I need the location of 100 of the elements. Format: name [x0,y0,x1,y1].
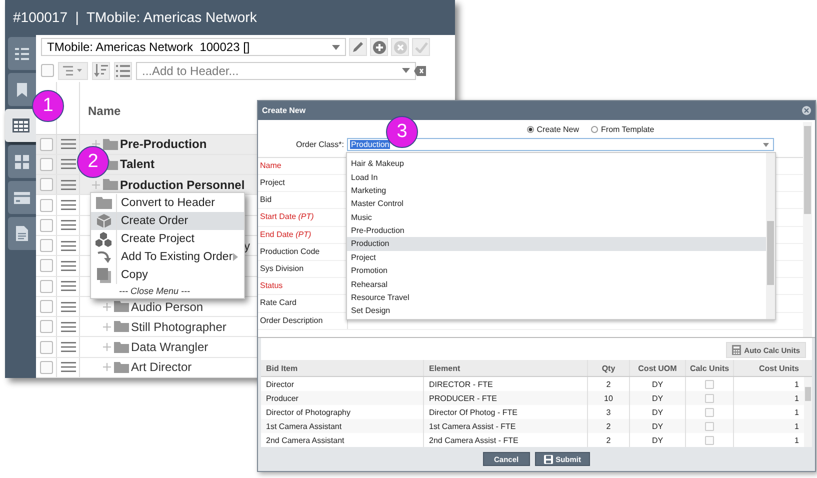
sidebar-tab[interactable] [8,217,36,250]
scrollbar[interactable] [803,122,812,338]
mode-radio[interactable]: From Template [591,124,654,136]
calc-units-checkbox[interactable] [705,408,714,417]
sidebar-tab[interactable] [5,109,36,142]
menu-icon[interactable] [60,240,76,251]
row-checkbox[interactable] [40,280,52,293]
sidebar-tab[interactable] [8,37,36,70]
clear-icon[interactable] [414,66,426,76]
folder-icon [114,321,129,332]
menu-icon[interactable] [60,180,76,190]
scrollbar[interactable] [766,152,775,319]
close-menu-item[interactable]: --- Close Menu --- [91,284,244,296]
menu-icon[interactable] [60,139,76,150]
calc-units-checkbox[interactable] [705,436,714,445]
cube-icon [96,214,110,228]
table-cell: 1st Camera Assistant [261,419,424,434]
dropdown-option[interactable]: Promotion [347,264,766,278]
row-checkbox[interactable] [40,138,52,151]
dropdown-option[interactable]: Rehearsal [347,277,766,291]
add-to-header-field[interactable]: ...Add to Header... [136,62,416,80]
dropdown-option[interactable]: Hair & Makeup [347,156,766,170]
dropdown-option[interactable]: Project [347,250,766,264]
column-header[interactable]: Bid Item [261,360,424,376]
submenu-arrow-icon [233,253,238,261]
field-label: Bid [260,195,272,204]
column-header[interactable]: Cost Units [734,360,804,376]
outline-icon [63,66,83,76]
column-header[interactable]: Element [424,360,588,376]
dropdown-option[interactable]: Production [347,237,766,251]
table-cell-text: 1 [794,392,800,405]
row-checkbox[interactable] [40,360,52,374]
table-cell: 2nd Camera Assist - FTE [424,433,588,448]
sidebar-tab[interactable] [8,145,36,178]
menu-icon[interactable] [60,220,76,230]
dropdown-option[interactable]: Set Design [347,304,766,318]
menu-item[interactable]: Add To Existing Order [91,248,244,266]
menu-item[interactable]: Create Order [91,212,244,230]
folder-icon [114,342,129,353]
dropdown-option[interactable]: Marketing [347,184,766,198]
row-checkbox[interactable] [40,198,52,212]
row-checkbox[interactable] [40,320,52,334]
tiles-icon [15,154,29,168]
mode-radio[interactable]: Create New [526,124,580,136]
order-select[interactable]: TMobile: Americas Network 100023 [] [41,38,346,56]
edit-button[interactable] [349,38,367,56]
plus-icon [372,40,386,54]
dropdown-option[interactable]: Master Control [347,197,766,210]
save-icon [544,454,553,464]
bookmark-icon [17,82,27,96]
select-all-checkbox[interactable] [41,64,54,77]
row-checkbox[interactable] [40,218,52,232]
calc-units-checkbox[interactable] [705,394,714,403]
menu-icon[interactable] [60,200,76,210]
list-button[interactable] [114,62,132,80]
column-header[interactable]: Qty [588,360,630,376]
sidebar-tab[interactable] [8,73,36,106]
column-header[interactable]: Calc Units [686,360,734,376]
menu-icon[interactable] [60,302,76,312]
field-label: Sys Division [260,264,304,274]
menu-icon[interactable] [60,362,76,372]
table-icon [12,118,30,133]
row-checkbox[interactable] [40,178,52,192]
calc-units-checkbox[interactable] [705,380,714,389]
dropdown-option[interactable]: Load In [347,170,766,184]
sort-icon [94,64,108,77]
column-header[interactable]: Name [80,82,121,134]
row-checkbox[interactable] [40,300,52,314]
field-label: Project [260,178,285,188]
row-name: Art Director [131,360,192,374]
menu-item[interactable]: Create Project [91,230,244,248]
menu-icon[interactable] [60,281,76,292]
scrollbar[interactable] [804,377,812,448]
table-cell: DY [630,391,686,406]
close-icon[interactable] [802,106,811,115]
add-button[interactable] [370,38,388,56]
card-icon [14,192,30,204]
menu-item[interactable]: Copy [91,266,244,284]
menu-icon[interactable] [60,342,76,352]
menu-icon[interactable] [60,260,76,271]
table-cell-text: 1 [794,406,800,419]
calc-units-checkbox[interactable] [705,422,714,431]
bullet-list-icon [116,64,130,76]
sort-button[interactable] [92,62,110,80]
row-checkbox[interactable] [40,340,52,354]
dialog-title: Create New [262,106,306,115]
dropdown-option[interactable]: Music [347,210,766,224]
sidebar-tab[interactable] [8,181,36,214]
field-label: Order Description [260,316,323,325]
menu-icon[interactable] [60,322,76,332]
row-checkbox[interactable] [40,239,52,252]
outline-dropdown[interactable] [58,62,88,80]
row-checkbox[interactable] [40,158,52,171]
row-checkbox[interactable] [40,259,52,272]
dropdown-option[interactable]: Resource Travel [347,290,766,304]
column-header[interactable]: Cost UOM [630,360,686,376]
dropdown-option[interactable]: Pre-Production [347,224,766,238]
confirm-button[interactable] [412,38,430,56]
table-cell-text: 1 [794,434,800,447]
menu-icon[interactable] [60,159,76,170]
